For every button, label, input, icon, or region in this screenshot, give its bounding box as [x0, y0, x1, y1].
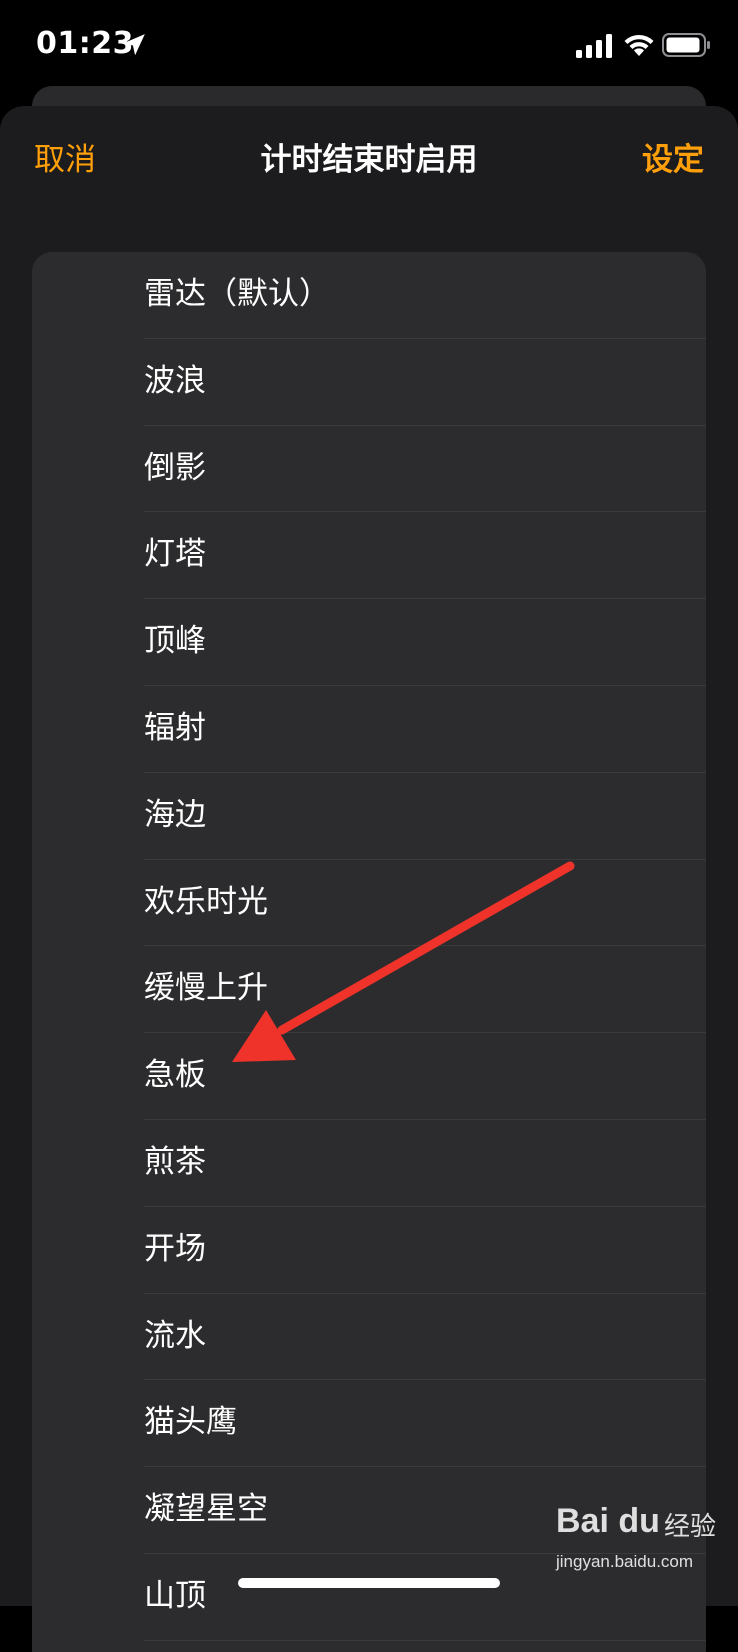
list-item-label: 凝望星空 — [144, 1491, 268, 1528]
list-item-label: 倒影 — [144, 449, 206, 486]
list-item[interactable]: 山顶 — [32, 1554, 706, 1641]
separator — [144, 1639, 706, 1641]
list-item-label: 灯塔 — [144, 536, 206, 573]
wifi-icon — [624, 34, 654, 56]
list-item[interactable]: 缓慢上升 — [32, 946, 706, 1034]
cancel-button[interactable]: 取消 — [34, 140, 96, 180]
battery-icon — [662, 33, 710, 57]
sound-list: 雷达（默认） 波浪 倒影 灯塔 顶峰 辐射 海边 欢乐时光 缓慢上升 急板 煎茶… — [32, 252, 706, 1652]
list-item[interactable]: 辐射 — [32, 686, 706, 773]
list-item-label: 海边 — [144, 796, 206, 833]
list-item[interactable]: 欢乐时光 — [32, 860, 706, 947]
list-item-label: 急板 — [144, 1057, 206, 1094]
list-item[interactable]: 倒影 — [32, 426, 706, 513]
home-indicator[interactable] — [238, 1578, 500, 1588]
list-item[interactable]: 猫头鹰 — [32, 1380, 706, 1468]
list-item[interactable]: 凝望星空 — [32, 1467, 706, 1554]
list-item-label: 流水 — [144, 1317, 206, 1354]
list-item-label: 波浪 — [144, 362, 206, 399]
list-item[interactable]: 顶峰 — [32, 599, 706, 686]
list-item[interactable]: 煎茶 — [32, 1120, 706, 1207]
list-item[interactable]: 流水 — [32, 1294, 706, 1381]
list-item-label: 煎茶 — [144, 1143, 206, 1180]
page-title: 计时结束时启用 — [260, 142, 478, 178]
cellular-signal-icon — [576, 34, 612, 58]
list-item[interactable]: 波浪 — [32, 339, 706, 426]
list-item-label: 雷达（默认） — [144, 276, 330, 312]
list-item[interactable]: 海边 — [32, 773, 706, 860]
list-item[interactable]: 开场 — [32, 1207, 706, 1294]
list-item-label: 山顶 — [144, 1577, 206, 1614]
list-item[interactable]: 灯塔 — [32, 512, 706, 600]
list-item-label: 欢乐时光 — [144, 883, 268, 920]
set-button[interactable]: 设定 — [642, 140, 704, 180]
status-time: 01:23 — [36, 26, 134, 61]
timer-end-sound-sheet: 计时结束时启用 取消 设定 雷达（默认） 波浪 倒影 灯塔 顶峰 辐射 海边 欢… — [0, 106, 738, 1652]
list-item-label: 顶峰 — [144, 623, 206, 660]
list-item-label: 猫头鹰 — [144, 1404, 237, 1441]
list-item[interactable]: 雷达（默认） — [32, 252, 706, 339]
list-item-label: 开场 — [144, 1230, 206, 1267]
list-item-label: 缓慢上升 — [144, 970, 268, 1007]
location-arrow-icon — [123, 34, 145, 56]
list-item[interactable]: 急板 — [32, 1033, 706, 1120]
list-item-label: 辐射 — [144, 709, 206, 746]
status-bar: 01:23 — [0, 0, 738, 90]
